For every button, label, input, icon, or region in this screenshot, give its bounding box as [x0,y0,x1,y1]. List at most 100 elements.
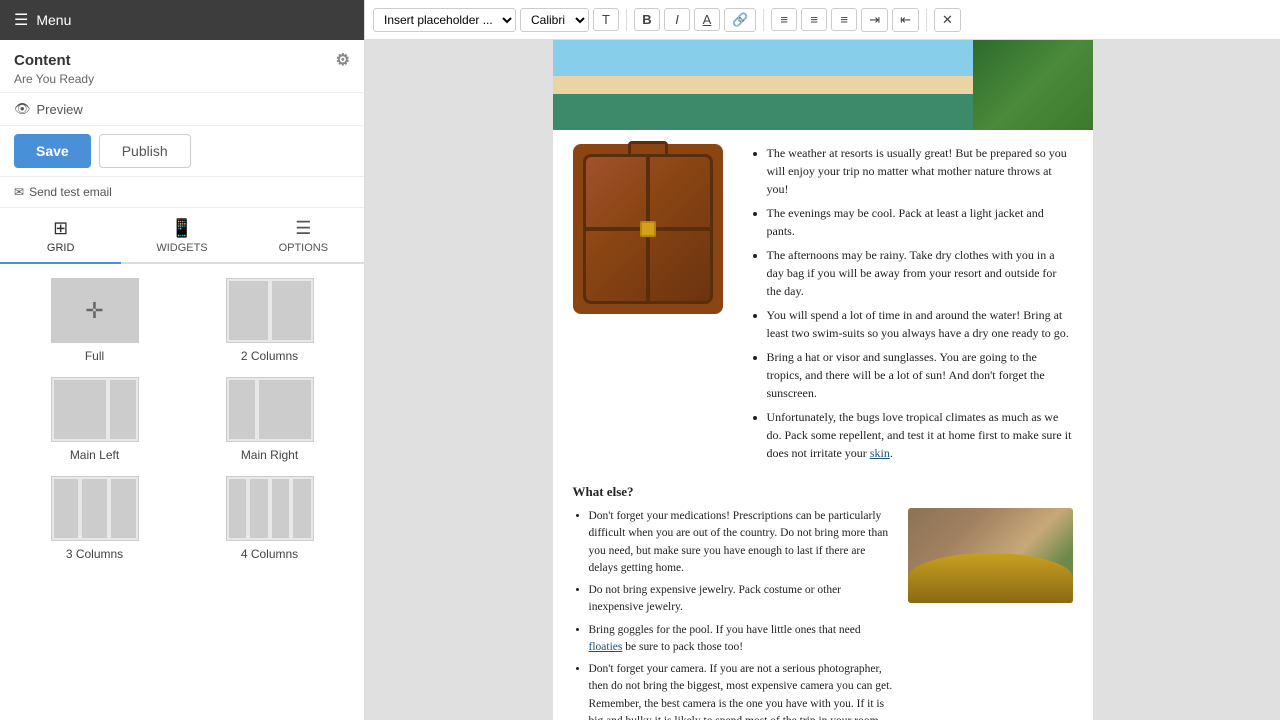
col-a [229,479,247,538]
gear-icon[interactable]: ⚙ [336,50,350,70]
what-else-two-col: Don't forget your medications! Prescript… [573,508,1073,720]
content-area[interactable]: The weather at resorts is usually great!… [365,40,1280,720]
indent-button[interactable]: ⇥ [861,8,888,32]
options-tab-icon: ☰ [295,218,311,239]
layout-mainleft-label: Main Left [70,448,119,462]
tab-options[interactable]: ☰ OPTIONS [243,208,364,264]
col-3 [111,479,136,538]
link-button[interactable]: 🔗 [724,8,756,32]
divider-2 [763,9,764,31]
bullet-weather-3: The afternoons may be rainy. Take dry cl… [767,246,1073,300]
col-big-r [259,380,311,439]
panel-3col-visual [52,477,138,540]
font-select[interactable]: Calibri [520,8,589,32]
beach-background [553,40,1093,130]
col-left [229,281,268,340]
what-else-title: What else? [573,484,1073,500]
what-else-section: What else? Don't forget your medications… [553,478,1093,720]
underline-button[interactable]: A [694,8,720,31]
outdent-button[interactable]: ⇤ [892,8,919,32]
email-icon: ✉ [14,185,24,199]
save-button[interactable]: Save [14,134,91,168]
layout-full[interactable]: ✛ Full [14,278,175,363]
tab-grid[interactable]: ⊞ GRID [0,208,121,264]
main-area: Insert placeholder ... Calibri T B I A 🔗… [365,0,1280,720]
layout-4columns-preview [226,476,314,541]
skin-link[interactable]: skin [870,446,890,460]
panel-2col-visual [227,279,313,342]
suitcase-image [573,144,723,314]
sidebar-header: ☰ Menu [0,0,364,40]
tab-widgets-label: WIDGETS [156,242,207,254]
list-ul-button[interactable]: ≡ [801,8,827,31]
bullet-else-3: Bring goggles for the pool. If you have … [589,622,894,657]
layout-mainright-preview [226,377,314,442]
panel-4col-visual [227,477,313,540]
what-else-bullets-col: Don't forget your medications! Prescript… [573,508,894,720]
layout-mainright[interactable]: Main Right [189,377,350,462]
widgets-tab-icon: 📱 [171,218,193,239]
layout-2columns[interactable]: 2 Columns [189,278,350,363]
col-small-r [229,380,255,439]
col-b [250,479,268,538]
beach-trees [973,40,1093,130]
col-c [272,479,290,538]
hamburger-icon[interactable]: ☰ [14,10,28,30]
col-2 [82,479,107,538]
placeholder-select[interactable]: Insert placeholder ... [373,8,516,32]
grid-panels: ✛ Full 2 Columns Main Left [0,264,364,575]
bullet-weather-4: You will spend a lot of time in and arou… [767,306,1073,342]
preview-row: 👁 Preview [0,93,364,126]
content-subtitle: Are You Ready [14,72,350,86]
eye-icon: 👁 [14,101,31,117]
layout-mainright-label: Main Right [241,448,298,462]
layout-4columns[interactable]: 4 Columns [189,476,350,561]
layout-4columns-label: 4 Columns [241,547,298,561]
grid-tab-icon: ⊞ [53,218,68,239]
layout-full-label: Full [85,349,104,363]
bullet-weather-1: The weather at resorts is usually great!… [767,144,1073,198]
publish-button[interactable]: Publish [99,134,191,168]
bullet-else-4: Don't forget your camera. If you are not… [589,661,894,720]
resort-image [908,508,1073,603]
layout-3columns[interactable]: 3 Columns [14,476,175,561]
col-small [110,380,136,439]
bullet-weather-5: Bring a hat or visor and sunglasses. You… [767,348,1073,402]
sidebar: ☰ Menu Content ⚙ Are You Ready 👁 Preview… [0,0,365,720]
suitcase-column [573,144,733,314]
send-test-email-label: Send test email [29,185,112,199]
send-test-email-row[interactable]: ✉ Send test email [0,177,364,208]
tab-grid-label: GRID [47,242,75,254]
italic-button[interactable]: I [664,8,690,31]
suitcase-handle [628,141,668,157]
bullet-else-2: Do not bring expensive jewelry. Pack cos… [589,582,894,617]
toolbar: Insert placeholder ... Calibri T B I A 🔗… [365,0,1280,40]
bold-button[interactable]: B [634,8,660,31]
email-hero-image [553,40,1093,130]
panel-mainleft-visual [52,378,138,441]
tab-options-label: OPTIONS [279,242,329,254]
crosshair-icon: ✛ [85,298,103,324]
weather-bullets-list: The weather at resorts is usually great!… [749,144,1073,462]
layout-mainleft[interactable]: Main Left [14,377,175,462]
layout-2columns-label: 2 Columns [241,349,298,363]
tabs-row: ⊞ GRID 📱 WIDGETS ☰ OPTIONS [0,208,364,264]
resort-thatch-roof [908,553,1073,603]
tab-widgets[interactable]: 📱 WIDGETS [121,208,242,264]
what-else-bullets-list: Don't forget your medications! Prescript… [573,508,894,720]
layout-2columns-preview [226,278,314,343]
divider-1 [626,9,627,31]
layout-3columns-preview [51,476,139,541]
preview-label[interactable]: Preview [37,102,83,117]
list-ol-button[interactable]: ≡ [831,8,857,31]
clear-button[interactable]: ✕ [934,8,961,32]
floaties-link[interactable]: floaties [589,641,623,653]
col-1 [54,479,79,538]
font-size-button[interactable]: T [593,8,619,31]
col-d [293,479,311,538]
weather-bullets-column: The weather at resorts is usually great!… [749,144,1073,468]
align-button[interactable]: ≡ [771,8,797,31]
suitcase-clasp [640,221,656,237]
layout-full-preview: ✛ [51,278,139,343]
action-buttons: Save Publish [0,126,364,177]
